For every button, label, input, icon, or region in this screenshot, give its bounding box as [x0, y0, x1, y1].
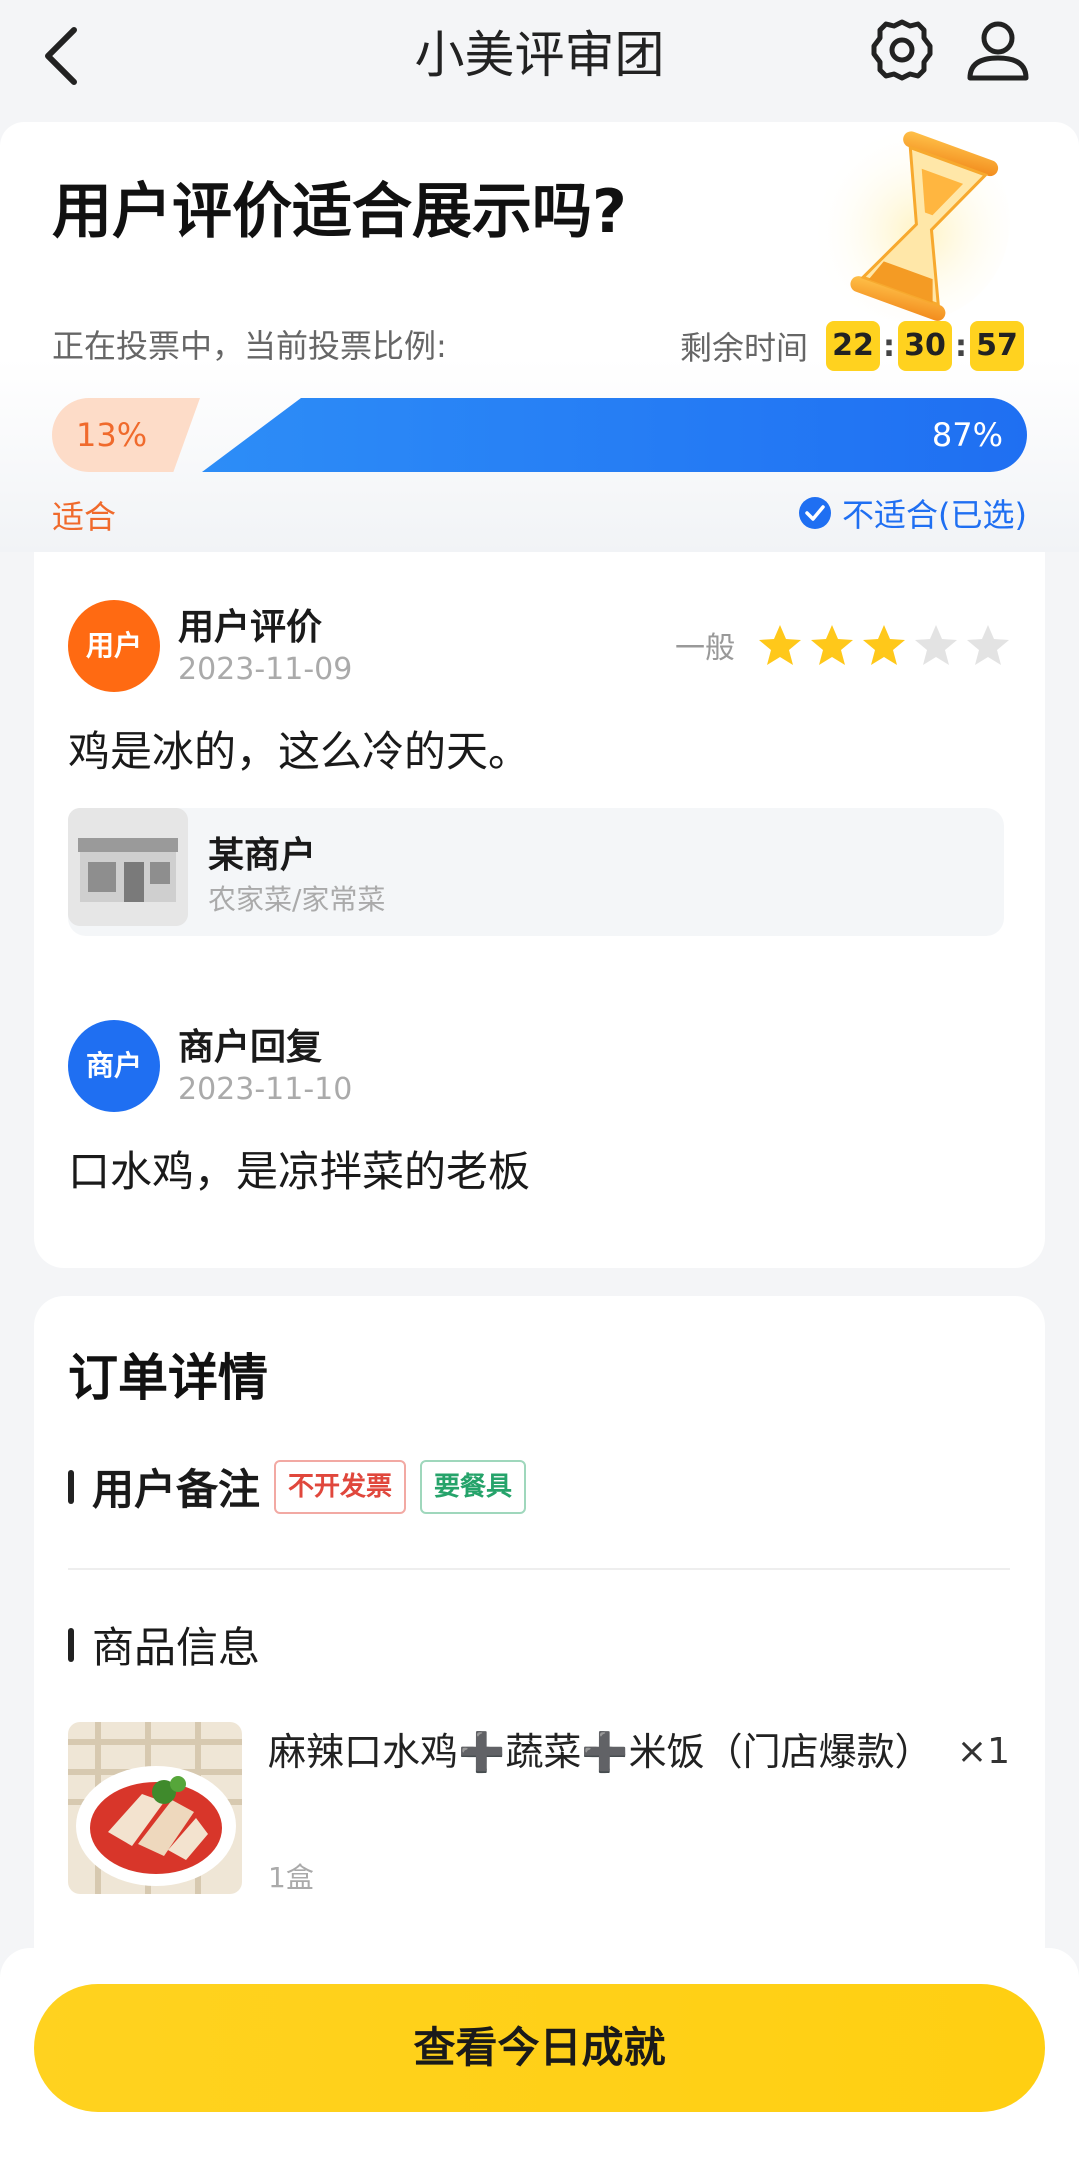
reply-title: 商户回复 — [178, 1027, 323, 1068]
product-quantity: ×1 — [956, 1731, 1010, 1772]
divider — [68, 1568, 1010, 1570]
suitable-segment: 13% — [52, 398, 200, 472]
star-icon — [967, 625, 1009, 665]
nav-bar: 小美评审团 — [0, 0, 1079, 122]
merchant-name: 某商户 — [208, 835, 317, 876]
remarks-section: 用户备注 不开发票 要餐具 — [68, 1456, 527, 1517]
product-unit: 1盒 — [268, 1861, 314, 1894]
hourglass-icon — [810, 122, 1010, 322]
unsuitable-percent: 87% — [931, 416, 1003, 454]
vote-header: 用户评价适合展示吗? 正在投票中，当前投票比例: 剩余时间 22 : 30 : — [0, 122, 1079, 552]
dish-image — [68, 1722, 242, 1894]
star-icon — [811, 625, 853, 665]
reply-date: 2023-11-10 — [178, 1072, 353, 1107]
star-icon — [915, 625, 957, 665]
vote-question: 用户评价适合展示吗? — [52, 177, 627, 247]
unsuitable-segment: 87% — [202, 398, 1027, 472]
gear-icon[interactable] — [866, 14, 938, 86]
timer-seconds: 57 — [970, 321, 1024, 371]
product-section-label: 商品信息 — [92, 1623, 261, 1672]
remark-tag-no-invoice: 不开发票 — [274, 1459, 407, 1514]
product-item: 麻辣口水鸡➕蔬菜➕米饭（门店爆款） ×1 1盒 — [68, 1722, 1010, 1902]
review-text: 鸡是冰的，这么冷的天。 — [68, 727, 531, 776]
user-avatar: 用户 — [68, 600, 160, 692]
view-achievements-button[interactable]: 查看今日成就 — [34, 1984, 1045, 2112]
user-icon[interactable] — [962, 14, 1034, 86]
unsuitable-label: 不适合(已选) — [798, 490, 1027, 536]
timer-hours: 22 — [826, 321, 880, 371]
merchant-category: 农家菜/家常菜 — [208, 883, 386, 916]
timer-minutes: 30 — [898, 321, 952, 371]
reply-text: 口水鸡，是凉拌菜的老板 — [68, 1147, 531, 1196]
countdown-timer: 剩余时间 22 : 30 : 57 — [680, 320, 1024, 372]
storefront-icon — [68, 808, 188, 926]
star-icon — [863, 625, 905, 665]
order-details-card: 订单详情 用户备注 不开发票 要餐具 商品信息 麻辣口水鸡➕蔬菜➕米饭（门店爆款… — [34, 1296, 1045, 2016]
timer-label: 剩余时间 — [679, 329, 808, 367]
review-date: 2023-11-09 — [178, 652, 353, 687]
review-rating: 一般 — [675, 622, 1011, 668]
rating-text: 一般 — [675, 631, 735, 666]
star-icon — [759, 625, 801, 665]
check-circle-icon — [799, 497, 832, 529]
product-name: 麻辣口水鸡➕蔬菜➕米饭（门店爆款） — [268, 1730, 933, 1774]
review-card: 用户 用户评价 2023-11-09 一般 鸡是冰的，这么冷的天。 某商户 农家… — [34, 552, 1045, 1268]
order-details-title: 订单详情 — [68, 1349, 268, 1407]
remark-tag-utensils: 要餐具 — [420, 1459, 527, 1514]
product-section: 商品信息 — [68, 1614, 260, 1675]
vote-ratio-bar: 13% 87% — [52, 398, 1027, 472]
merchant-avatar: 商户 — [68, 1020, 160, 1112]
unsuitable-label-text: 不适合(已选) — [842, 496, 1027, 534]
vote-status-text: 正在投票中，当前投票比例: — [52, 327, 447, 365]
merchant-card[interactable]: 某商户 农家菜/家常菜 — [68, 808, 1004, 936]
suitable-label: 适合 — [52, 498, 117, 536]
suitable-percent: 13% — [76, 416, 148, 454]
bottom-bar: 查看今日成就 — [0, 1948, 1079, 2168]
remarks-label: 用户备注 — [92, 1465, 261, 1514]
review-title: 用户评价 — [178, 607, 323, 648]
